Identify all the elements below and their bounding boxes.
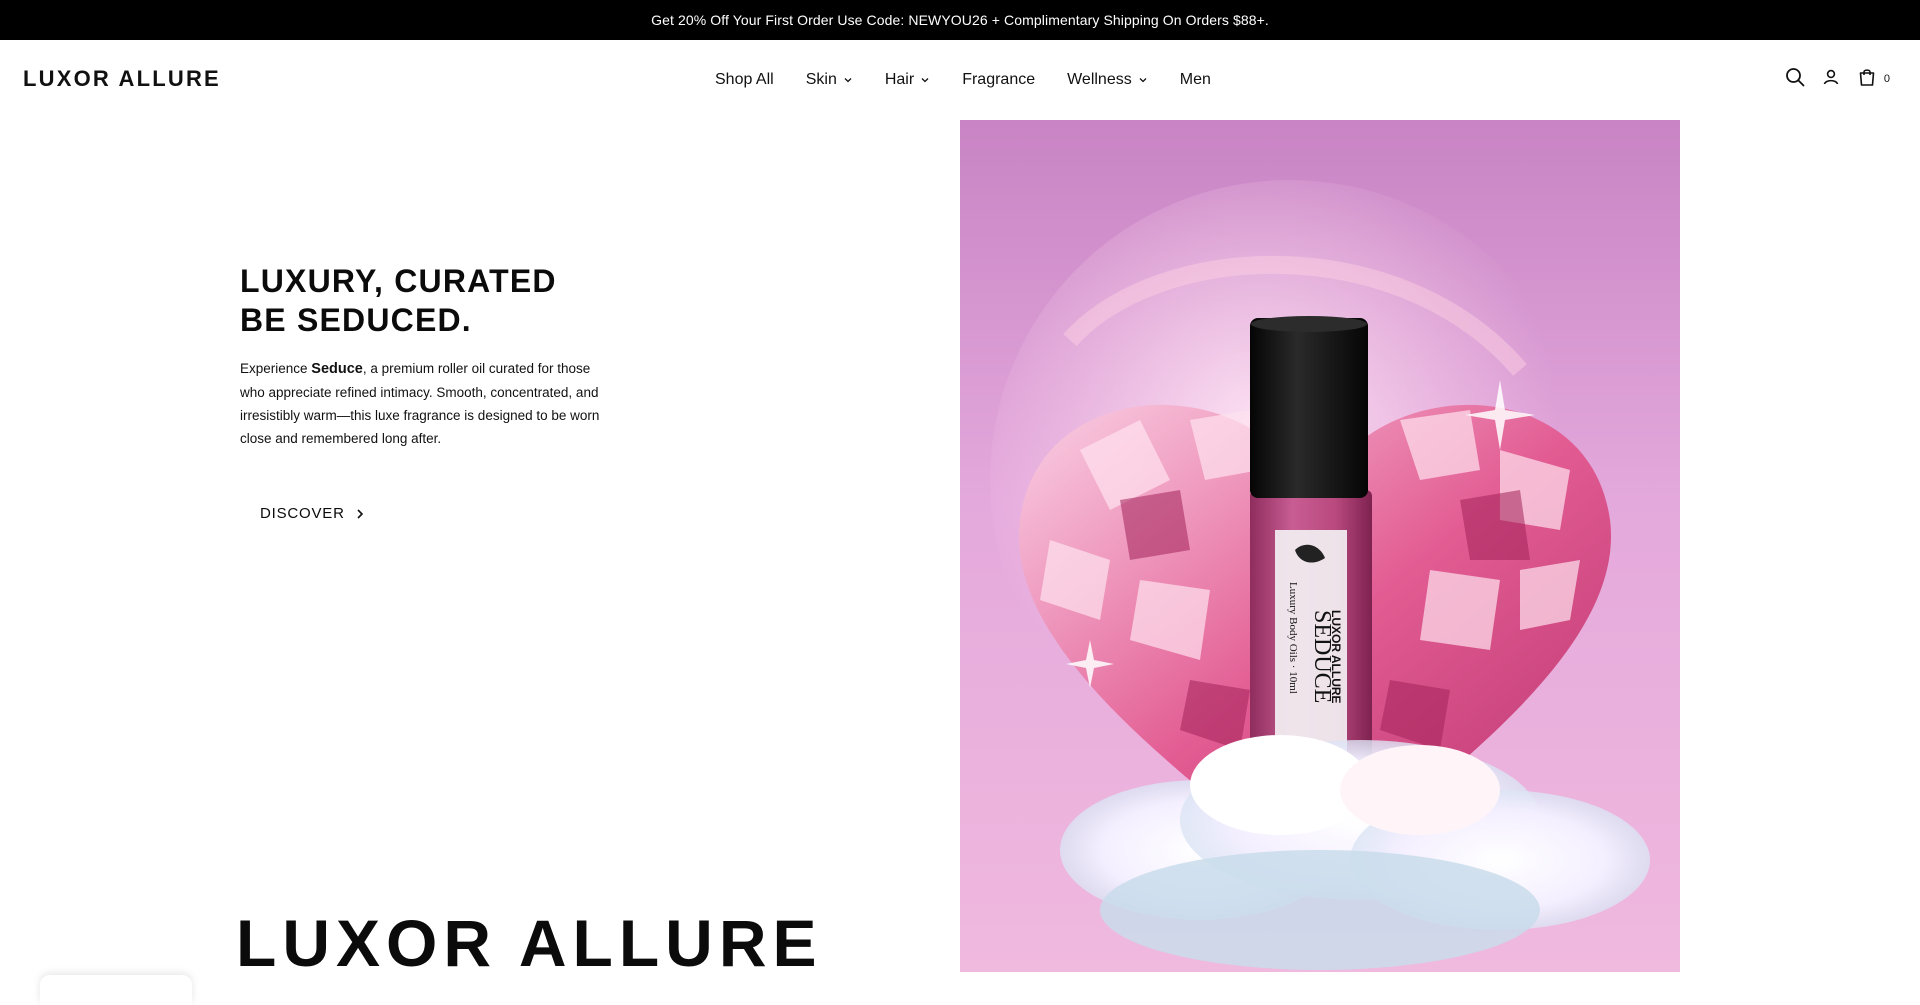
cart-count: 0 [1883,73,1890,85]
discover-label: DISCOVER [260,505,345,522]
chat-widget-tab[interactable] [40,975,192,1005]
product-scene: LUXOR ALLURE SEDUCE Luxury Body Oils · 1… [960,120,1680,972]
header-icons: 0 [1784,66,1890,88]
hero-copy-prefix: Experience [240,361,312,376]
hero-description: Experience Seduce, a premium roller oil … [240,357,610,450]
announcement-text: Get 20% Off Your First Order Use Code: N… [651,12,1269,28]
search-icon[interactable] [1784,66,1806,88]
hero-copy-product: Seduce [311,361,363,377]
hero-heading: LUXURY, CURATED BE SEDUCED. [240,262,660,340]
cart-icon[interactable] [1856,66,1878,88]
product-label-name: SEDUCE [1309,610,1335,703]
chevron-down-icon [1139,78,1147,83]
brand-banner: LUXOR ALLURE [236,906,823,980]
announcement-bar: Get 20% Off Your First Order Use Code: N… [0,0,1920,40]
nav-item-fragrance[interactable]: Fragrance [962,71,1035,89]
product-label-subtitle: Luxury Body Oils · 10ml [1287,582,1299,694]
account-icon[interactable] [1820,66,1842,88]
nav-item-label: Fragrance [962,71,1036,88]
nav-item-shop-all[interactable]: Shop All [715,71,774,89]
site-header: LUXOR ALLURE Shop All Skin Hair Fragranc… [0,40,1920,120]
site-logo[interactable]: LUXOR ALLURE [23,66,221,92]
nav-item-hair[interactable]: Hair [885,71,930,89]
main-nav: Shop All Skin Hair Fragrance Wellness Me… [715,40,1243,120]
nav-item-label: Hair [884,71,915,88]
hero-heading-line-2: BE SEDUCED. [240,302,472,338]
chevron-down-icon [844,78,852,83]
chevron-down-icon [921,78,929,83]
nav-item-label: Shop All [715,71,774,88]
nav-item-label: Men [1179,71,1211,88]
discover-button[interactable]: DISCOVER [260,505,365,522]
hero-heading-line-1: LUXURY, CURATED [240,263,557,299]
hero-product-image: LUXOR ALLURE SEDUCE Luxury Body Oils · 1… [960,120,1680,972]
nav-item-skin[interactable]: Skin [806,71,853,89]
nav-item-label: Skin [805,71,837,88]
chevron-right-icon [357,508,363,519]
nav-item-label: Wellness [1067,71,1132,88]
nav-item-men[interactable]: Men [1180,71,1211,89]
nav-item-wellness[interactable]: Wellness [1067,71,1148,89]
